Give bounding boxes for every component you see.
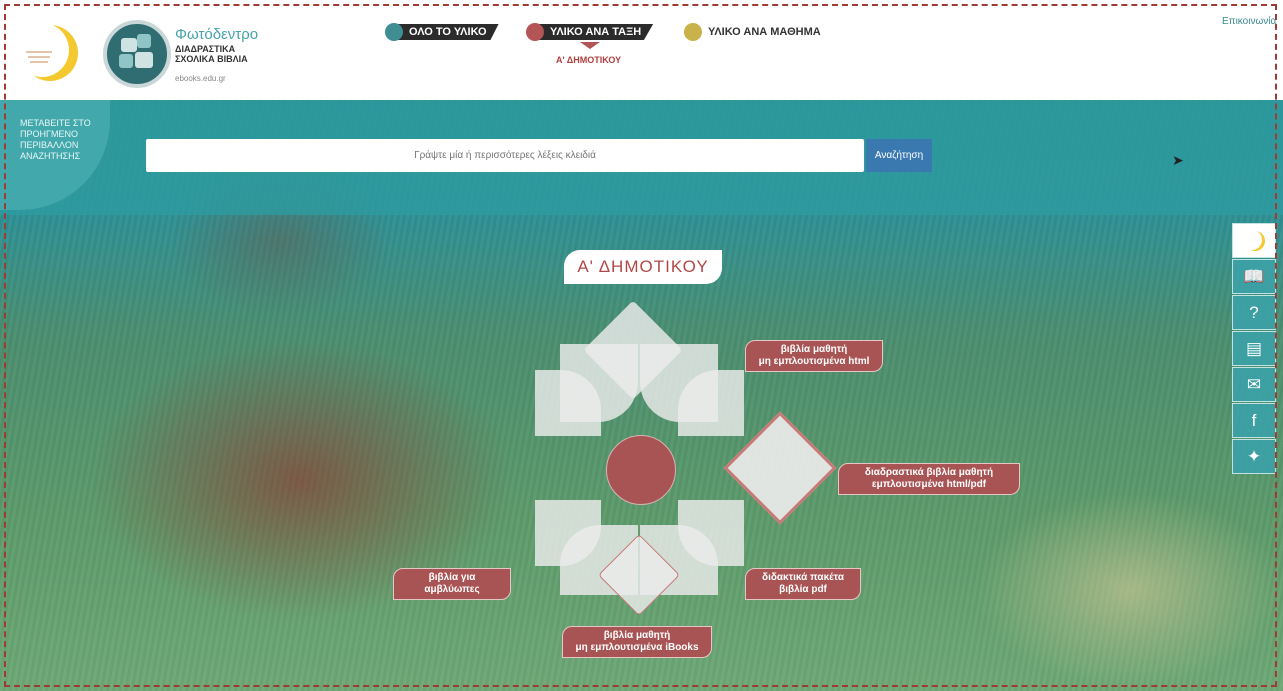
tag-line: εμπλουτισμένα html/pdf [871,479,987,490]
advanced-search-link[interactable]: ΜΕΤΑΒΕΙΤΕ ΣΤΟ ΠΡΟΗΓΜΕΝΟ ΠΕΡΙΒΑΛΛΟΝ ΑΝΑΖΗ… [20,118,100,162]
tag-line: μη εμπλουτισμένα iBooks [575,642,699,653]
tag-line: μη εμπλουτισμένα html [758,356,870,367]
nav-all-material[interactable]: ΟΛΟ ΤΟ ΥΛΙΚΟ [385,23,499,41]
tag-teaching-packages[interactable]: διδακτικά πακέτα βιβλία pdf [745,568,861,600]
grade-title: Α' ΔΗΜΟΤΙΚΟΥ [564,250,722,284]
center-circle [606,435,676,505]
mail-icon[interactable]: ✉ [1232,367,1276,402]
active-indicator-icon [580,42,600,49]
tag-student-books-ibooks[interactable]: βιβλία μαθητή μη εμπλουτισμένα iBooks [562,626,712,658]
tag-line: διαδραστικά βιβλία μαθητή [864,467,994,478]
photodentro-logo-icon[interactable] [103,20,171,88]
teal-dot-icon [385,23,403,41]
nav-by-subject-label: ΥΛΙΚΟ ΑΝΑ ΜΑΘΗΜΑ [708,26,821,38]
ministry-logo-icon[interactable] [18,18,78,88]
twitter-icon[interactable]: ✦ [1232,439,1276,474]
brand-url: ebooks.edu.gr [175,74,226,83]
side-toolbar: 📖 ? ▤ ✉ f ✦ [1232,223,1276,475]
document-icon[interactable]: ▤ [1232,331,1276,366]
nav-by-grade[interactable]: ΥΛΙΚΟ ΑΝΑ ΤΑΞΗ [526,23,654,41]
tag-student-books-html[interactable]: βιβλία μαθητή μη εμπλουτισμένα html [745,340,883,372]
nav-by-grade-label: ΥΛΙΚΟ ΑΝΑ ΤΑΞΗ [538,24,654,40]
nav-all-material-label: ΟΛΟ ΤΟ ΥΛΙΚΟ [397,24,499,40]
tag-low-vision-books[interactable]: βιβλία για αμβλύωπες [393,568,511,600]
brand-title: Φωτόδεντρο [175,26,259,43]
nav-by-subject[interactable]: ΥΛΙΚΟ ΑΝΑ ΜΑΘΗΜΑ [684,23,833,41]
book-icon[interactable]: 📖 [1232,259,1276,294]
tag-line: διδακτικά πακέτα [762,572,844,583]
contact-link[interactable]: Επικοινωνία [1222,16,1276,27]
search-button[interactable]: Αναζήτηση [866,139,932,172]
mouse-cursor-icon: ➤ [1172,152,1184,168]
search-input[interactable] [146,139,864,172]
main-area: ΜΕΤΑΒΕΙΤΕ ΣΤΟ ΠΡΟΗΓΜΕΝΟ ΠΕΡΙΒΑΛΛΟΝ ΑΝΑΖΗ… [0,100,1283,691]
nav-selected-grade[interactable]: Α' ΔΗΜΟΤΙΚΟΥ [556,55,621,65]
facebook-icon[interactable]: f [1232,403,1276,438]
help-icon[interactable]: ? [1232,295,1276,330]
tag-line: βιβλία μαθητή [780,344,848,355]
header: Φωτόδεντρο ΔΙΑΔΡΑΣΤΙΚΑ ΣΧΟΛΙΚΑ ΒΙΒΛΙΑ eb… [0,0,1283,100]
yellow-dot-icon [684,23,702,41]
tag-line: βιβλία pdf [779,584,827,595]
brand-subtitle: ΔΙΑΔΡΑΣΤΙΚΑ ΣΧΟΛΙΚΑ ΒΙΒΛΙΑ [175,44,248,64]
red-dot-icon [526,23,544,41]
tag-interactive-books[interactable]: διαδραστικά βιβλία μαθητή εμπλουτισμένα … [838,463,1020,495]
photodentro-logo-icon[interactable] [1232,223,1276,258]
tag-line: βιβλία για αμβλύωπες [424,572,480,595]
tag-line: βιβλία μαθητή [603,630,671,641]
